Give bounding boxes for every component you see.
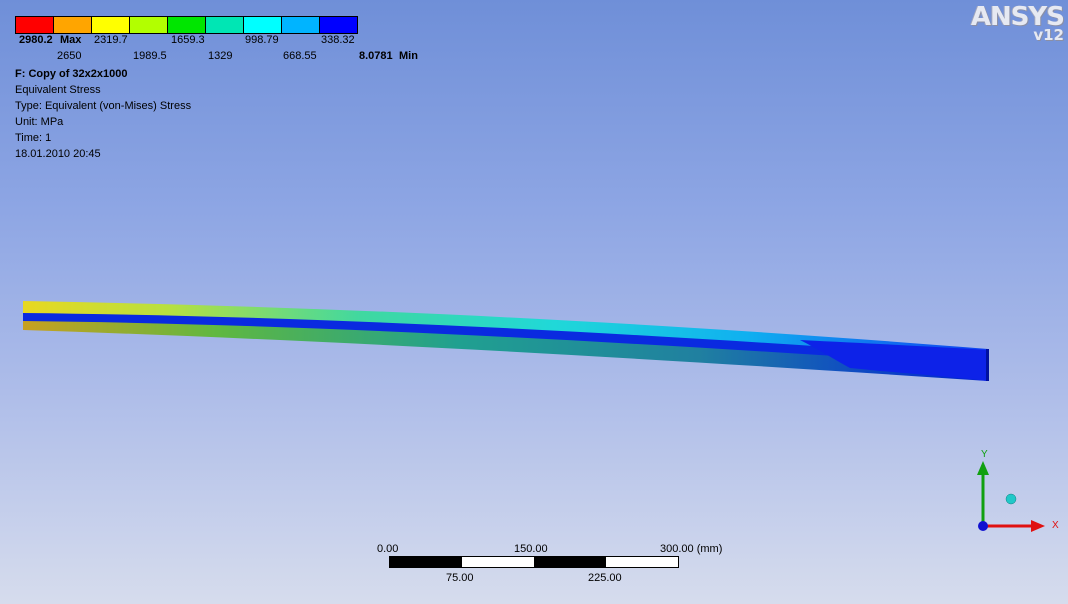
scale-bar: 0.00 150.00 300.00 (mm) 75.00 225.00 bbox=[377, 543, 723, 593]
scale-label-0: 0.00 bbox=[377, 543, 399, 555]
x-axis-label: X bbox=[1052, 520, 1059, 531]
scale-segment-1 bbox=[390, 557, 462, 567]
scale-label-75: 75.00 bbox=[446, 572, 474, 584]
scale-bar-track bbox=[389, 556, 679, 568]
triad-origin bbox=[978, 521, 988, 531]
scale-segment-3 bbox=[534, 557, 606, 567]
y-axis-arrow bbox=[977, 461, 989, 475]
y-axis-label: Y bbox=[981, 449, 988, 460]
beam-model-view[interactable] bbox=[0, 0, 1068, 604]
scale-segment-2 bbox=[462, 557, 534, 567]
scale-label-300: 300.00 (mm) bbox=[660, 543, 723, 555]
isometric-view-ball[interactable] bbox=[1005, 493, 1017, 505]
scale-label-150: 150.00 bbox=[514, 543, 548, 555]
beam-end-face bbox=[986, 349, 989, 381]
coordinate-triad[interactable]: Y X bbox=[965, 445, 1065, 545]
scale-label-225: 225.00 bbox=[588, 572, 622, 584]
scale-segment-4 bbox=[606, 557, 678, 567]
x-axis-arrow bbox=[1031, 520, 1045, 532]
